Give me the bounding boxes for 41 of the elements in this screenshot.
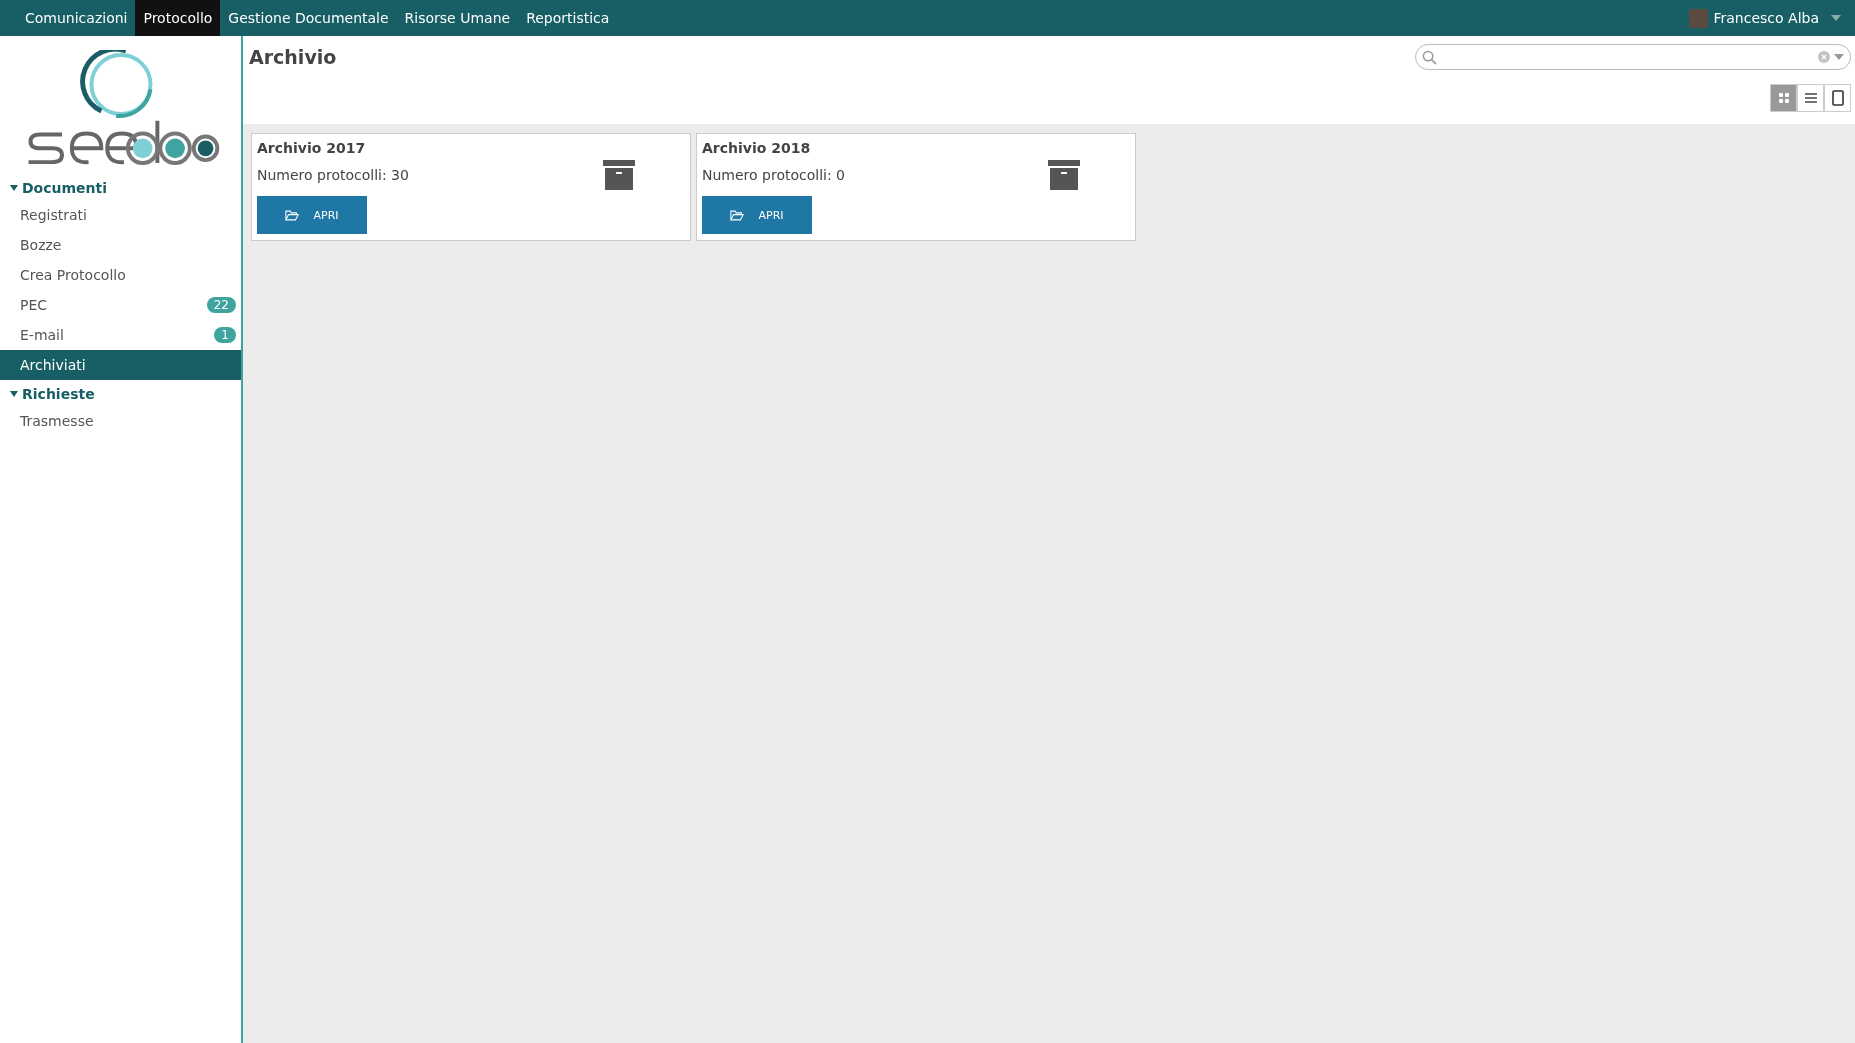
archive-box-icon (1048, 160, 1080, 190)
sidebar-item[interactable]: Registrati (0, 200, 241, 230)
folder-icon (730, 209, 745, 221)
caret-icon[interactable] (1834, 54, 1844, 60)
open-button[interactable]: APRI (257, 196, 367, 234)
card-title: Archivio 2017 (257, 140, 367, 156)
caret-icon (10, 391, 18, 397)
folder-icon (285, 209, 300, 221)
section-header[interactable]: Documenti (0, 176, 241, 200)
nav-menu-item[interactable]: Protocollo (135, 0, 221, 36)
count-badge: 1 (214, 327, 236, 343)
clear-icon[interactable] (1818, 51, 1830, 63)
caret-icon[interactable] (1831, 15, 1841, 21)
sidebar-item[interactable]: Trasmesse (0, 406, 241, 436)
card-title: Archivio 2018 (702, 140, 812, 156)
user-name[interactable]: Francesco Alba (1713, 10, 1819, 26)
archive-box-icon (603, 160, 635, 190)
section-header[interactable]: Richieste (0, 382, 241, 406)
search-icon (1422, 49, 1437, 65)
sidebar-item[interactable]: PEC 22 (0, 290, 241, 320)
list-icon (1803, 92, 1818, 104)
nav-menu-item[interactable]: Reportistica (518, 0, 618, 36)
sidebar-item[interactable]: Crea Protocollo (0, 260, 241, 290)
form-view-button[interactable] (1824, 84, 1851, 112)
protocol-count: Numero protocolli: 30 (257, 167, 409, 183)
open-button[interactable]: APRI (702, 196, 812, 234)
nav-menu-item[interactable]: Risorse Umane (396, 0, 519, 36)
protocol-count: Numero protocolli: 0 (702, 167, 846, 183)
sidebar-item[interactable]: E-mail 1 (0, 320, 241, 350)
grid-icon (1777, 92, 1790, 104)
caret-icon (10, 185, 18, 191)
sidebar-item[interactable]: Bozze (0, 230, 241, 260)
page-title: Archivio (249, 46, 337, 68)
count-badge: 22 (206, 297, 236, 313)
sidebar-item[interactable]: Archiviati (0, 350, 241, 380)
page-icon (1831, 90, 1844, 106)
avatar-photo-placeholder (1688, 8, 1708, 28)
nav-menu-item[interactable]: Comunicazioni (17, 0, 136, 36)
grid-view-button[interactable] (1770, 84, 1797, 112)
list-view-button[interactable] (1797, 84, 1824, 112)
nav-menu-item[interactable]: Gestione Documentale (220, 0, 397, 36)
